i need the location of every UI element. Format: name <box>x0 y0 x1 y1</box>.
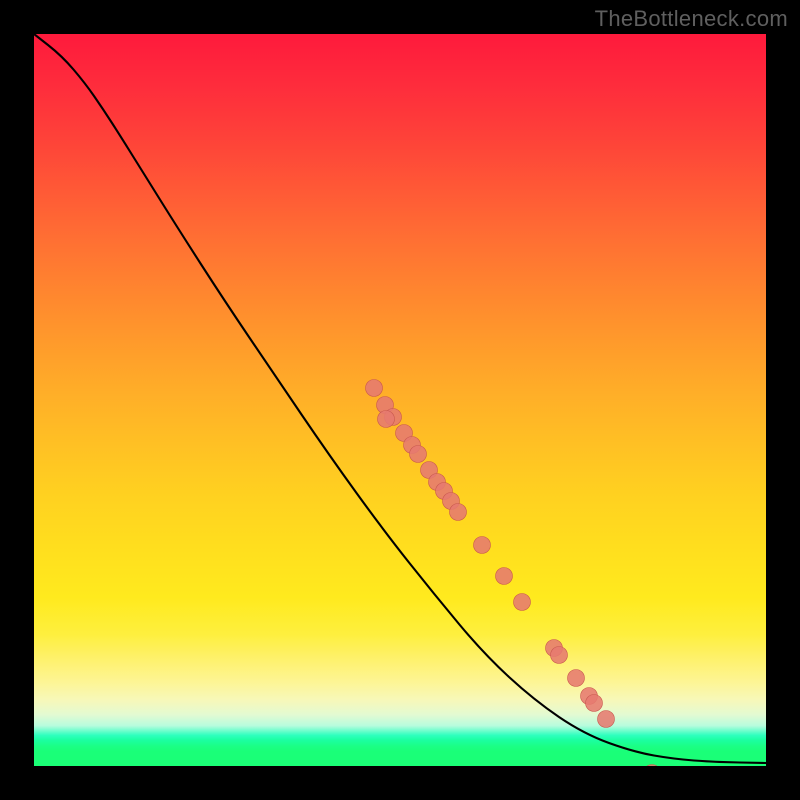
points-group <box>366 380 661 767</box>
data-point <box>450 504 467 521</box>
data-point <box>514 594 531 611</box>
data-point <box>496 568 513 585</box>
chart-svg <box>34 34 766 766</box>
data-point <box>378 411 395 428</box>
data-point <box>644 765 661 767</box>
data-point <box>410 446 427 463</box>
chart-stage: TheBottleneck.com <box>0 0 800 800</box>
data-point <box>586 695 603 712</box>
data-point <box>551 647 568 664</box>
watermark-text: TheBottleneck.com <box>595 6 788 32</box>
plot-area <box>34 34 766 766</box>
data-point <box>474 537 491 554</box>
data-point <box>568 670 585 687</box>
data-point <box>366 380 383 397</box>
data-point <box>598 711 615 728</box>
curve-path <box>34 34 766 763</box>
